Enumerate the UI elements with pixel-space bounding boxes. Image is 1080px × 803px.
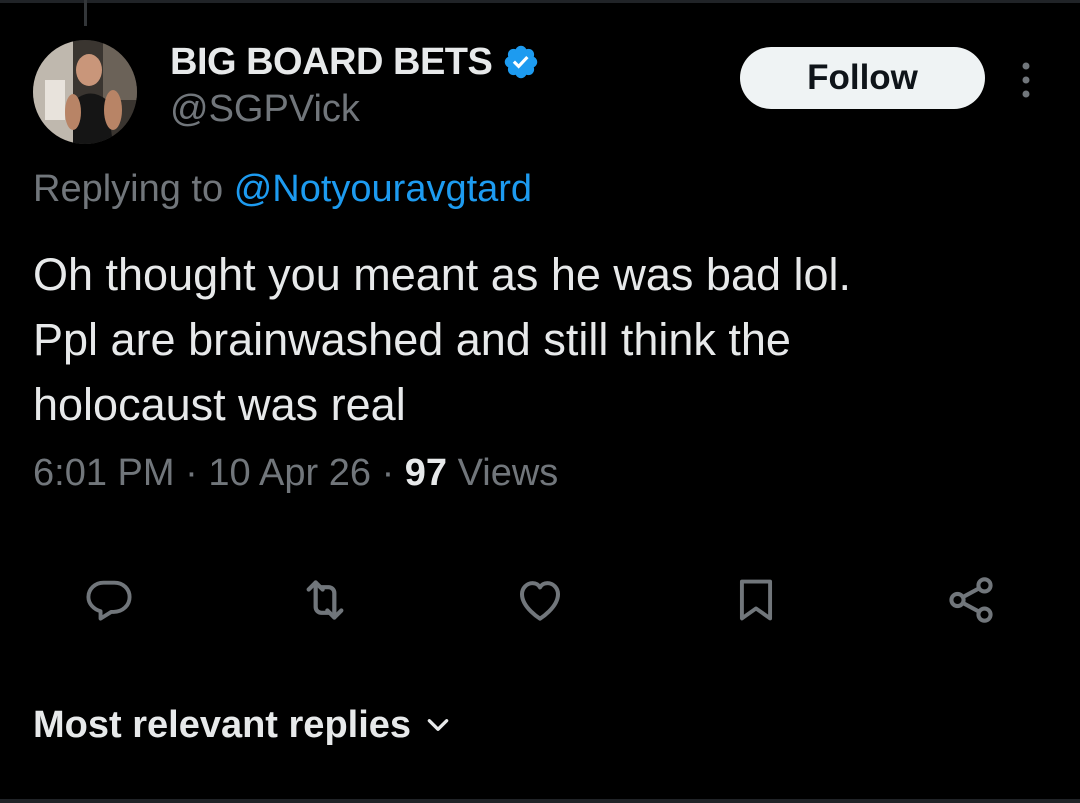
meta-separator: ·: [185, 452, 198, 494]
replies-sort-label[interactable]: Most relevant replies: [33, 704, 411, 747]
follow-button[interactable]: Follow: [740, 47, 985, 109]
replying-to-prefix: Replying to: [33, 168, 224, 210]
bottom-divider: [0, 799, 1080, 803]
thread-connector-line: [84, 0, 87, 26]
tweet-date-link[interactable]: 10 Apr 26: [208, 452, 371, 494]
replies-sort-dropdown[interactable]: Most relevant replies: [33, 698, 451, 752]
more-options-icon[interactable]: [1012, 58, 1040, 102]
tweet-text-line: holocaust was real: [33, 379, 406, 430]
author-name-row[interactable]: BIG BOARD BETS: [170, 40, 540, 84]
author-handle[interactable]: @SGPVick: [170, 88, 360, 131]
tweet-action-bar: [0, 572, 1080, 628]
meta-separator: ·: [381, 452, 395, 494]
tweet-time-link[interactable]: 6:01 PM: [33, 452, 175, 494]
views-label[interactable]: Views: [458, 452, 559, 494]
avatar[interactable]: [33, 40, 137, 144]
author-display-name[interactable]: BIG BOARD BETS: [170, 41, 493, 84]
tweet-text: Oh thought you meant as he was bad lol. …: [33, 242, 1043, 437]
verified-badge-icon: [502, 43, 540, 81]
tweet-metadata: 6:01 PM · 10 Apr 26 · 97 Views: [33, 452, 558, 495]
tweet-text-line: Oh thought you meant as he was bad lol.: [33, 249, 852, 300]
tweet-text-line: Ppl are brainwashed and still think the: [33, 314, 791, 365]
like-icon[interactable]: [512, 572, 568, 628]
chevron-down-icon[interactable]: [425, 712, 451, 738]
bookmark-icon[interactable]: [728, 572, 784, 628]
views-count[interactable]: 97: [405, 452, 447, 494]
avatar-image: [33, 40, 137, 144]
reply-icon[interactable]: [81, 572, 137, 628]
replying-to-mention-link[interactable]: @Notyouravgtard: [234, 168, 532, 210]
share-icon[interactable]: [943, 572, 999, 628]
replying-to: Replying to @Notyouravgtard: [33, 168, 532, 211]
top-divider: [0, 0, 1080, 3]
retweet-icon[interactable]: [297, 572, 353, 628]
